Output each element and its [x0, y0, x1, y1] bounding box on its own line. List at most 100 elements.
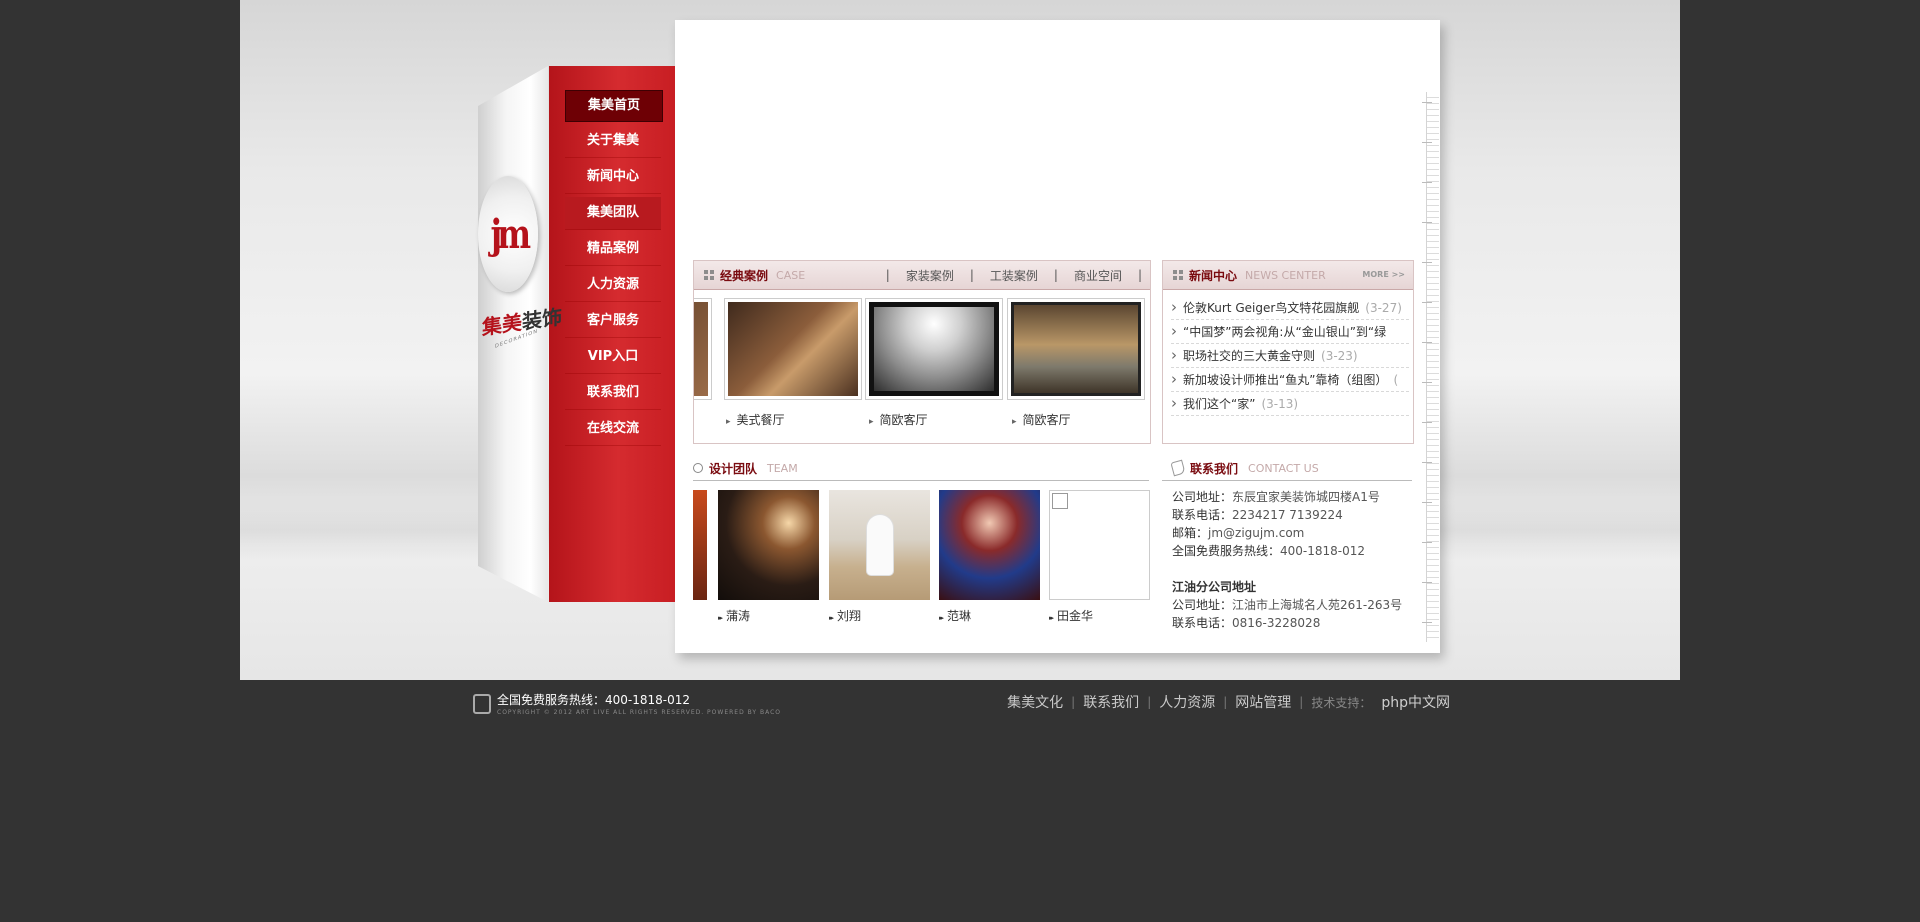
footer-separator: |: [1223, 695, 1228, 709]
footer-link-admin[interactable]: 网站管理: [1235, 692, 1291, 712]
news-item-title: 职场社交的三大黄金守则: [1183, 349, 1316, 363]
news-panel: 新闻中心 NEWS CENTER MORE >> 伦敦Kurt Geiger鸟文…: [1162, 260, 1414, 444]
nav-item-home[interactable]: 集美首页: [565, 90, 663, 122]
nav-item-chat[interactable]: 在线交流: [565, 413, 661, 446]
member-photo: [718, 490, 819, 600]
nav-item-cases[interactable]: 精品案例: [565, 233, 661, 266]
team-member[interactable]: [693, 490, 707, 600]
case-photo[interactable]: [694, 298, 712, 400]
news-item[interactable]: 伦敦Kurt Geiger鸟文特花园旗舰 (3-27): [1171, 296, 1409, 320]
contact-label: 公司地址：: [1172, 598, 1233, 612]
phone-icon: [473, 693, 491, 714]
member-name[interactable]: 范琳: [939, 607, 1040, 624]
footer-link-contact[interactable]: 联系我们: [1083, 692, 1139, 712]
phone-icon: [1170, 459, 1186, 477]
footer-separator: |: [1147, 695, 1152, 709]
contact-email[interactable]: jm@zigujm.com: [1208, 526, 1304, 540]
contact-value: 400-1818-012: [1280, 544, 1366, 558]
case-caption[interactable]: 简欧客厅: [980, 411, 1123, 428]
footer-copyright: COPYRIGHT © 2012 ART LIVE ALL RIGHTS RES…: [497, 709, 781, 716]
nav-item-contact[interactable]: 联系我们: [565, 377, 661, 410]
footer-hotline: 全国免费服务热线：400-1818-012 COPYRIGHT © 2012 A…: [473, 691, 781, 716]
nav-item-about[interactable]: 关于集美: [565, 125, 661, 158]
member-name[interactable]: 蒲涛: [718, 607, 819, 624]
nav-item-team[interactable]: 集美团队: [565, 197, 661, 230]
contact-info: 公司地址：东辰宜家美装饰城四楼A1号 联系电话：2234217 7139224 …: [1172, 488, 1412, 632]
footer-links: 集美文化 | 联系我们 | 人力资源 | 网站管理 | 技术支持： php中文网: [1007, 692, 1450, 712]
tab-commercial-cases[interactable]: 工装案例: [990, 267, 1038, 284]
member-photo: [829, 490, 930, 600]
contact-label: 联系电话：: [1172, 508, 1233, 522]
member-photo: [693, 490, 707, 600]
contact-line: 公司地址：江油市上海城名人苑261-263号: [1172, 596, 1412, 614]
case-captions: 美式餐厅 简欧客厅 简欧客厅: [694, 411, 1123, 428]
tab-home-cases[interactable]: 家装案例: [906, 267, 954, 284]
news-item[interactable]: “中国梦”两会视角:从“金山银山”到“绿: [1171, 320, 1409, 344]
contact-line: 联系电话：2234217 7139224: [1172, 506, 1412, 524]
contact-label: 联系电话：: [1172, 616, 1233, 630]
news-item[interactable]: 我们这个“家” (3-13): [1171, 392, 1409, 416]
tab-separator: |: [1053, 268, 1058, 282]
contact-value: 江油市上海城名人苑261-263号: [1232, 598, 1403, 612]
nav-item-hr[interactable]: 人力资源: [565, 269, 661, 302]
cases-title-en: CASE: [776, 268, 806, 282]
contact-label: 邮箱：: [1172, 526, 1209, 540]
team-member[interactable]: 刘翔: [829, 490, 930, 624]
brand-name-part2: 装饰: [522, 304, 562, 334]
team-member[interactable]: 田金华: [1049, 490, 1150, 624]
team-strip: 蒲涛 刘翔 范琳 田金华: [693, 490, 1151, 624]
nav-item-news[interactable]: 新闻中心: [565, 161, 661, 194]
footer-separator: |: [1299, 695, 1304, 709]
case-caption[interactable]: 美式餐厅: [694, 411, 837, 428]
case-photo[interactable]: [1007, 298, 1145, 400]
member-name[interactable]: 田金华: [1049, 607, 1150, 624]
news-header: 新闻中心 NEWS CENTER MORE >>: [1163, 261, 1413, 290]
tab-separator: |: [969, 268, 974, 282]
branch-title: 江油分公司地址: [1172, 580, 1257, 594]
contact-value: 东辰宜家美装饰城四楼A1号: [1232, 490, 1380, 504]
tab-business-space[interactable]: 商业空间: [1074, 267, 1122, 284]
footer-hotline-text: 全国免费服务热线：400-1818-012: [497, 693, 691, 707]
case-photo[interactable]: [865, 298, 1003, 400]
footer-tech-label: 技术支持：: [1311, 695, 1372, 710]
contact-label: 全国免费服务热线：: [1172, 544, 1281, 558]
team-member[interactable]: 蒲涛: [718, 490, 819, 624]
case-caption[interactable]: 简欧客厅: [837, 411, 980, 428]
member-name[interactable]: 刘翔: [829, 607, 930, 624]
ruler-decoration: [1422, 92, 1439, 642]
nav-item-service[interactable]: 客户服务: [565, 305, 661, 338]
circle-icon: [693, 463, 703, 473]
news-item[interactable]: 职场社交的三大黄金守则 (3-23): [1171, 344, 1409, 368]
footer-link-hr[interactable]: 人力资源: [1159, 692, 1215, 712]
news-item-date: (3-13): [1261, 397, 1299, 411]
news-item-date: (: [1393, 373, 1399, 387]
team-member[interactable]: 范琳: [939, 490, 1040, 624]
footer-link-culture[interactable]: 集美文化: [1007, 692, 1063, 712]
news-item[interactable]: 新加坡设计师推出“鱼丸”靠椅（组图） (: [1171, 368, 1409, 392]
cases-tabs: | 家装案例 | 工装案例 | 商业空间 |: [870, 261, 1142, 289]
footer-tech-link[interactable]: php中文网: [1381, 692, 1450, 712]
logo-emblem[interactable]: jm: [478, 176, 538, 292]
contact-title-en: CONTACT US: [1248, 461, 1319, 475]
news-title-en: NEWS CENTER: [1245, 268, 1326, 282]
team-header: 设计团队 TEAM: [693, 456, 1149, 481]
case-photo-strip: [694, 298, 1150, 400]
contact-line: 邮箱：jm@zigujm.com: [1172, 524, 1412, 542]
grid-icon: [1173, 270, 1183, 280]
case-photo[interactable]: [724, 298, 862, 400]
tab-separator: |: [1137, 268, 1142, 282]
logo-mark: jm: [490, 210, 531, 258]
footer-separator: |: [1071, 695, 1076, 709]
contact-line: 公司地址：东辰宜家美装饰城四楼A1号: [1172, 488, 1412, 506]
broken-image-icon: [1049, 490, 1150, 600]
contact-header: 联系我们 CONTACT US: [1162, 456, 1412, 481]
news-more-link[interactable]: MORE >>: [1362, 270, 1405, 279]
news-item-date: (3-23): [1321, 349, 1358, 363]
main-nav: 集美首页 关于集美 新闻中心 集美团队 精品案例 人力资源 客户服务 VIP入口…: [549, 66, 675, 602]
contact-value: 0816-3228028: [1232, 616, 1321, 630]
nav-item-vip[interactable]: VIP入口: [565, 341, 661, 374]
contact-title: 联系我们: [1190, 461, 1239, 476]
news-item-date: (3-27): [1365, 301, 1402, 315]
team-title-en: TEAM: [767, 461, 798, 475]
news-item-title: 新加坡设计师推出“鱼丸”靠椅（组图）: [1183, 373, 1388, 387]
